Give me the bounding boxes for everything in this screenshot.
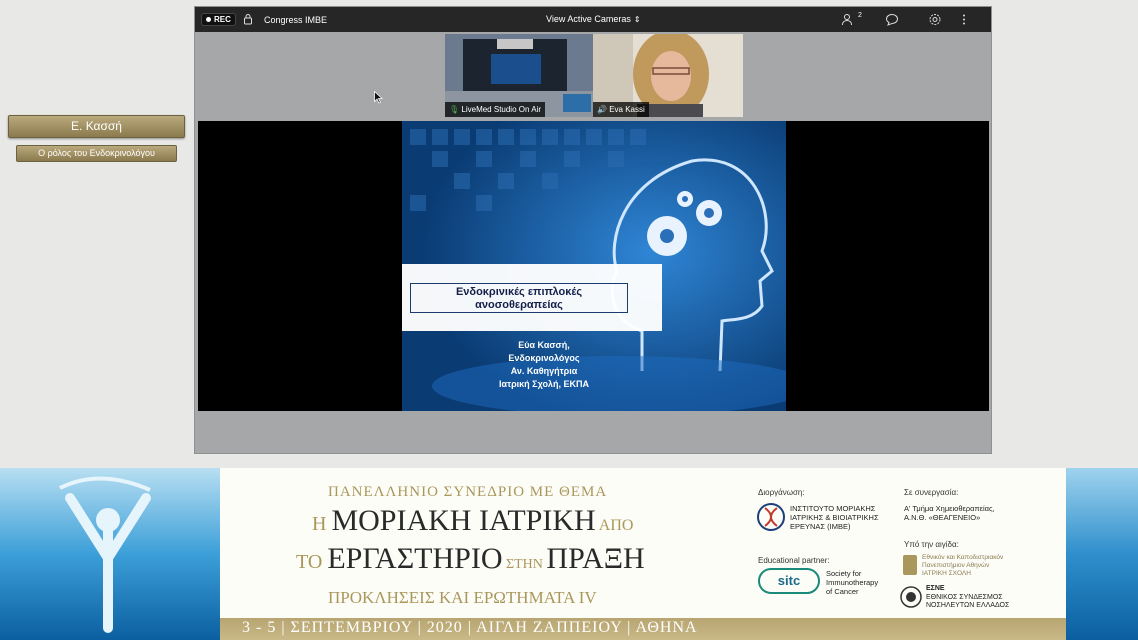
slide-author-block: Εύα Κασσή, Ενδοκρινολόγος Αν. Καθηγήτρια… — [474, 339, 614, 391]
aegis2-line: ΝΟΣΗΛΕΥΤΩΝ ΕΛΛΑΔΟΣ — [926, 602, 1010, 609]
banner-line3a: ΤΟ — [296, 551, 328, 573]
sitc-line: Society for — [826, 569, 862, 578]
slide-title-line1: Ενδοκρινικές επιπλοκές — [455, 286, 583, 298]
speaker-topic-label: Ο ρόλος του Ενδοκρινολόγου — [16, 145, 177, 162]
aegis2-name: ΕΣΝΕ ΕΘΝΙΚΟΣ ΣΥΝΔΕΣΜΟΣ ΝΟΣΗΛΕΥΤΩΝ ΕΛΛΑΔΟΣ — [926, 585, 1009, 611]
record-dot-icon — [206, 17, 211, 22]
aegis1-name: Εθνικόν και Καποδιστριακόν Πανεπιστήμιον … — [922, 554, 1003, 578]
banner-line2a: Η — [312, 513, 332, 535]
organizer-name: ΙΝΣΤΙΤΟΥΤΟ ΜΟΡΙΑΚΗΣ ΙΑΤΡΙΚΗΣ & ΒΙΟΙΑΤΡΙΚΗ… — [790, 504, 879, 531]
organizer-line: ΕΡΕΥΝΑΣ (IMBE) — [790, 522, 851, 531]
aegis1-line: Πανεπιστήμιον Αθηνών — [922, 562, 990, 569]
microphone-icon: 🎙 — [449, 105, 460, 114]
aegis2-line: ΕΘΝΙΚΟΣ ΣΥΝΔΕΣΜΟΣ — [926, 593, 1003, 601]
collaboration-name: Α' Τμήμα Χημειοθεραπείας, Α.Ν.Θ. «ΘΕΑΓΕΝΕ… — [904, 504, 995, 522]
conference-dates: 3 - 5 | ΣΕΠΤΕΜΒΡΙΟΥ | 2020 | ΑΙΓΛΗ ΖΑΠΠΕ… — [242, 619, 698, 636]
meeting-title: Congress IMBE — [264, 15, 328, 25]
view-label: View Active Cameras — [546, 14, 631, 24]
camera-tile-eva-kassi[interactable]: 🔊 Eva Kassi — [593, 34, 743, 117]
speaker-name-label: Ε. Κασσή — [8, 115, 185, 138]
collab-line: Α.Ν.Θ. «ΘΕΑΓΕΝΕΙΟ» — [904, 513, 981, 522]
banner-line3: ΤΟ ΕΡΓΑΣΤΗΡΙΟ ΣΤΗΝ ΠΡΑΞΗ — [296, 542, 645, 576]
organized-label: Διοργάνωση: — [758, 488, 805, 497]
conference-banner: ΠΑΝΕΛΛΗΝΙΟ ΣΥΝΕΔΡΙΟ ΜΕ ΘΕΜΑ Η ΜΟΡΙΑΚΗ ΙΑ… — [0, 468, 1138, 640]
aegis-label: Υπό την αιγίδα: — [904, 540, 959, 549]
dates-bar: 3 - 5 | ΣΕΠΤΕΜΒΡΙΟΥ | 2020 | ΑΙΓΛΗ ΖΑΠΠΕ… — [220, 618, 1066, 640]
camera-name: LiveMed Studio On Air — [461, 105, 541, 114]
lock-icon[interactable] — [242, 13, 254, 25]
slide-title: Ενδοκρινικές επιπλοκές ανοσοθεραπείας — [410, 283, 628, 313]
sitc-line: of Cancer — [826, 587, 859, 596]
aegis1-line: Εθνικόν και Καποδιστριακόν — [922, 554, 1004, 561]
sitc-name: Society for Immunotherapy of Cancer — [826, 569, 878, 596]
presentation-slide: Ενδοκρινικές επιπλοκές ανοσοθεραπείας Εύ… — [402, 121, 786, 411]
slide-author-line: Αν. Καθηγήτρια — [510, 366, 578, 376]
banner-line4: ΠΡΟΚΛΗΣΕΙΣ ΚΑΙ ΕΡΩΤΗΜΑΤΑ IV — [328, 588, 597, 607]
meeting-window: REC Congress IMBE View Active Cameras ⇕ 2… — [194, 6, 992, 454]
aegis1-line: ΙΑΤΡΙΚΗ ΣΧΟΛΗ — [922, 570, 971, 577]
imbe-logo-icon — [757, 503, 785, 531]
university-seal-icon — [903, 555, 917, 575]
meeting-toolbar: REC Congress IMBE View Active Cameras ⇕ 2 — [195, 7, 991, 32]
slide-title-line2: ανοσοθεραπείας — [475, 299, 563, 311]
banner-line2b: ΜΟΡΙΑΚΗ ΙΑΤΡΙΚΗ — [331, 504, 596, 537]
slide-author-line: Ιατρική Σχολή, ΕΚΠΑ — [499, 379, 589, 389]
sitc-line: Immunotherapy — [826, 578, 879, 587]
recording-indicator: REC — [201, 13, 236, 26]
banner-content: ΠΑΝΕΛΛΗΝΙΟ ΣΥΝΕΔΡΙΟ ΜΕ ΘΕΜΑ Η ΜΟΡΙΑΚΗ ΙΑ… — [220, 468, 1066, 640]
sea-right-graphic — [1066, 468, 1138, 640]
mouse-cursor-icon — [374, 91, 383, 104]
collaboration-label: Σε συνεργασία: — [904, 488, 959, 497]
camera-name: Eva Kassi — [609, 105, 645, 114]
settings-icon[interactable] — [928, 13, 942, 26]
esne-logo-icon — [900, 586, 922, 608]
chat-icon[interactable] — [885, 13, 899, 26]
camera-label-speaker: 🔊 Eva Kassi — [593, 102, 649, 117]
organizer-line: ΙΑΤΡΙΚΗΣ & ΒΙΟΙΑΤΡΙΚΗΣ — [790, 513, 879, 522]
rec-label: REC — [214, 15, 231, 24]
collab-line: Α' Τμήμα Χημειοθεραπείας, — [904, 504, 995, 513]
more-vert-icon[interactable] — [957, 13, 971, 26]
educational-partner-label: Educational partner: — [758, 556, 830, 565]
slide-title-band: Ενδοκρινικές επιπλοκές ανοσοθεραπείας — [402, 264, 662, 331]
camera-tile-studio[interactable]: 🎙 LiveMed Studio On Air — [445, 34, 593, 117]
banner-line1: ΠΑΝΕΛΛΗΝΙΟ ΣΥΝΕΔΡΙΟ ΜΕ ΘΕΜΑ — [328, 484, 608, 500]
slide-author-line: Εύα Κασσή, — [518, 340, 570, 350]
participants-icon[interactable] — [841, 13, 855, 26]
sitc-logo: sitc — [758, 568, 820, 594]
organizer-line: ΙΝΣΤΙΤΟΥΤΟ ΜΟΡΙΑΚΗΣ — [790, 504, 876, 513]
banner-line3b: ΕΡΓΑΣΤΗΡΙΟ — [327, 542, 503, 575]
participants-count: 2 — [858, 12, 862, 19]
shared-screen: Ενδοκρινικές επιπλοκές ανοσοθεραπείας Εύ… — [198, 121, 989, 411]
view-active-cameras-dropdown[interactable]: View Active Cameras ⇕ — [546, 14, 641, 24]
speaker-icon: 🔊 — [597, 105, 607, 114]
aegis2-line: ΕΣΝΕ — [926, 585, 945, 592]
banner-line2c: ΑΠΟ — [595, 517, 634, 534]
sea-figure-graphic — [0, 468, 220, 640]
banner-line3d: ΠΡΑΞΗ — [546, 542, 645, 575]
chevron-updown-icon: ⇕ — [633, 15, 641, 24]
slide-author-line: Ενδοκρινολόγος — [508, 353, 580, 363]
banner-line3c: ΣΤΗΝ — [502, 557, 547, 572]
banner-line2: Η ΜΟΡΙΑΚΗ ΙΑΤΡΙΚΗ ΑΠΟ — [312, 504, 633, 538]
camera-label-studio: 🎙 LiveMed Studio On Air — [445, 102, 545, 117]
